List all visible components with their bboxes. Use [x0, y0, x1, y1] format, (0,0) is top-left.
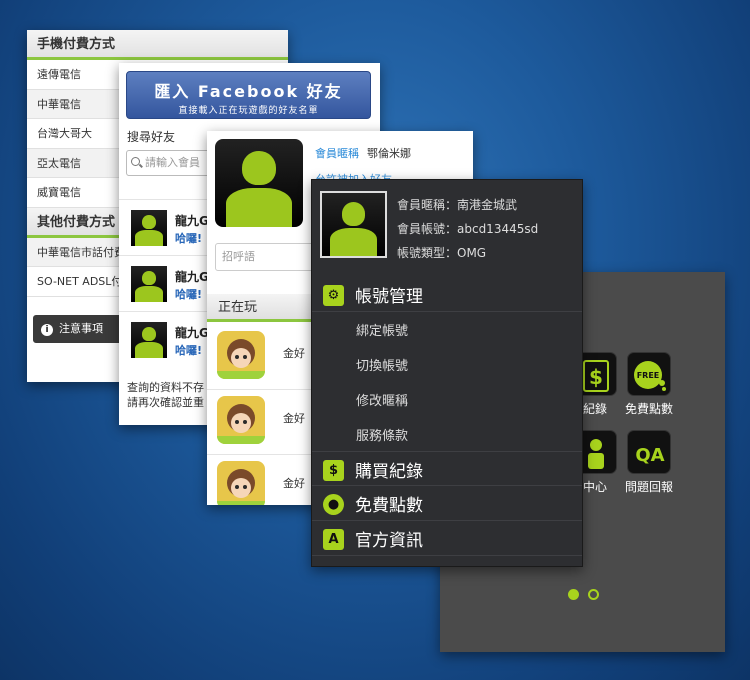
menu-purchase-record[interactable]: $ 購買紀錄 [312, 451, 582, 486]
page-indicator-active[interactable] [568, 589, 579, 600]
svg-text:$: $ [589, 365, 603, 389]
tile-label: 問題回報 [624, 480, 673, 494]
greeting-input[interactable]: 招呼語 [215, 243, 325, 271]
nickname-key: 會員暱稱 [315, 147, 359, 160]
friend-greeting: 哈囉! [175, 288, 203, 301]
account-menu-panel: 會員暱稱：南港金城武 會員帳號：abcd13445sd 帳號類型：OMG ⚙ 帳… [311, 179, 583, 567]
info-icon: i [41, 324, 53, 336]
nickname-value: 鄂倫米娜 [367, 147, 411, 160]
mobile-payment-header: 手機付費方式 [27, 30, 288, 60]
no-result-message: 查詢的資料不存 請再次確認並重 [127, 380, 204, 410]
notice-button[interactable]: i 注意事項 [33, 315, 129, 343]
avatar [131, 210, 167, 246]
gear-icon: ⚙ [323, 285, 344, 306]
dollar-list-icon: $ [323, 460, 344, 481]
game-icon [217, 396, 265, 444]
submenu-label: 切換帳號 [356, 359, 409, 374]
friend-name: 龍九G [175, 214, 209, 228]
member-account-type: 帳號類型：OMG [397, 246, 487, 260]
submenu-edit-nickname[interactable]: 修改暱稱 [312, 382, 582, 417]
import-facebook-subtitle: 直接載入正在玩遊戲的好友名單 [178, 106, 319, 116]
menu-label: 免費點數 [355, 496, 423, 516]
menu-label: 官方資訊 [355, 531, 423, 551]
submenu-bind-account[interactable]: 綁定帳號 [312, 312, 582, 347]
qa-icon: QA [627, 430, 671, 474]
official-logo-icon: A [323, 529, 344, 550]
avatar [320, 191, 387, 258]
game-icon [217, 461, 265, 505]
avatar [131, 322, 167, 358]
game-name: 金好 [283, 412, 305, 425]
free-badge: FREE [637, 371, 660, 380]
avatar [131, 266, 167, 302]
friend-name: 龍九G [175, 270, 209, 284]
game-icon [217, 331, 265, 379]
menu-official-info[interactable]: A 官方資訊 [312, 521, 582, 556]
submenu-label: 服務條款 [356, 429, 409, 444]
tile-label: 免費點數 [624, 402, 673, 416]
nickname-row: 會員暱稱 鄂倫米娜 [315, 145, 411, 161]
submenu-label: 綁定帳號 [356, 324, 409, 339]
free-coin-icon: FREE [627, 352, 671, 396]
submenu-label: 修改暱稱 [356, 394, 409, 409]
no-result-line-1: 查詢的資料不存 [127, 381, 204, 394]
game-name: 金好 [283, 347, 305, 360]
avatar [215, 139, 303, 227]
no-result-line-2: 請再次確認並重 [127, 396, 204, 409]
menu-account-management[interactable]: ⚙ 帳號管理 [312, 277, 582, 312]
submenu-switch-account[interactable]: 切換帳號 [312, 347, 582, 382]
search-friends-label: 搜尋好友 [127, 130, 176, 144]
tile-problem-report[interactable]: QA 問題回報 [619, 430, 679, 495]
page-indicator-inactive[interactable] [588, 589, 599, 600]
tile-free-points[interactable]: FREE 免費點數 [619, 352, 679, 417]
member-nickname: 會員暱稱：南港金城武 [397, 198, 518, 212]
menu-label: 帳號管理 [355, 287, 423, 307]
import-facebook-title: 匯入 Facebook 好友 [154, 82, 343, 101]
search-placeholder: 請輸入會員 [145, 156, 200, 169]
free-coin-icon: ● [323, 494, 344, 515]
submenu-terms[interactable]: 服務條款 [312, 417, 582, 452]
menu-free-points[interactable]: ● 免費點數 [312, 486, 582, 521]
friend-greeting: 哈囉! [175, 232, 203, 245]
import-facebook-button[interactable]: 匯入 Facebook 好友 直接載入正在玩遊戲的好友名單 [126, 71, 371, 119]
game-name: 金好 [283, 477, 305, 490]
friend-name: 龍九G [175, 326, 209, 340]
menu-label: 購買紀錄 [355, 462, 423, 482]
member-account: 會員帳號：abcd13445sd [397, 222, 539, 236]
qa-badge: QA [635, 445, 664, 466]
friend-greeting: 哈囉! [175, 344, 203, 357]
notice-label: 注意事項 [59, 322, 103, 335]
search-icon [131, 157, 140, 166]
